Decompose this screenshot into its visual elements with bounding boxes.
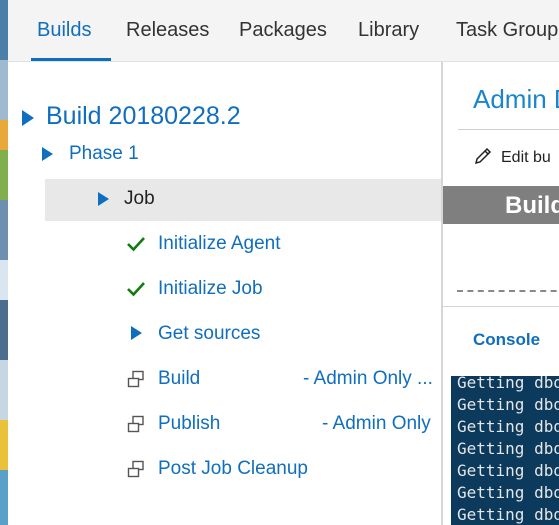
pencil-icon: [474, 147, 492, 165]
dependency-icon: [127, 415, 144, 433]
edit-build-link[interactable]: Edit bu: [473, 146, 551, 167]
build-banner: Build: [443, 186, 559, 224]
build-title[interactable]: Build 20180228.2: [46, 102, 241, 131]
console-output[interactable]: Getting dbd Getting dbd Getting dbd Gett…: [451, 376, 559, 525]
tab-console[interactable]: Console: [473, 330, 540, 350]
triangle-right-icon[interactable]: [131, 326, 142, 340]
dependency-icon: [127, 460, 144, 478]
step-publish-condition: - Admin Only: [322, 413, 431, 434]
tab-library[interactable]: Library: [358, 19, 419, 42]
active-tab-indicator: [31, 58, 111, 61]
details-pane: Admin D Edit bu Build Console Getting db…: [443, 62, 559, 525]
step-initialize-job[interactable]: Initialize Job: [158, 278, 263, 300]
dashed-separator: [457, 290, 559, 292]
tab-packages[interactable]: Packages: [239, 19, 327, 42]
desktop-background-strip: [0, 0, 8, 525]
tab-task-groups[interactable]: Task Group: [456, 19, 558, 42]
check-icon: [127, 237, 145, 252]
top-navigation: Builds Releases Packages Library Task Gr…: [8, 0, 559, 62]
console-line: Getting dbd: [457, 395, 559, 414]
expand-build-icon[interactable]: [22, 110, 34, 126]
step-build-condition: - Admin Only ...: [303, 368, 433, 389]
expand-job-icon[interactable]: [98, 192, 109, 206]
console-line: Getting dbd: [457, 505, 559, 524]
expand-phase-icon[interactable]: [42, 147, 53, 161]
console-line: Getting dbd: [457, 417, 559, 436]
tab-builds[interactable]: Builds: [37, 19, 91, 42]
details-title: Admin D: [473, 84, 559, 114]
edit-build-label: Edit bu: [501, 149, 551, 166]
console-line: Getting dbd: [457, 376, 559, 392]
step-initialize-agent[interactable]: Initialize Agent: [158, 233, 281, 255]
phase-label[interactable]: Phase 1: [69, 143, 139, 165]
job-label[interactable]: Job: [124, 188, 155, 210]
divider: [443, 306, 559, 307]
check-icon: [127, 282, 145, 297]
tab-releases[interactable]: Releases: [126, 19, 209, 42]
step-get-sources[interactable]: Get sources: [158, 323, 260, 345]
step-post-job-cleanup[interactable]: Post Job Cleanup: [158, 458, 308, 480]
step-publish[interactable]: Publish: [158, 413, 220, 435]
step-build[interactable]: Build: [158, 368, 200, 390]
console-line: Getting dbd: [457, 483, 559, 502]
build-banner-label: Build: [505, 192, 559, 219]
console-line: Getting dbd: [457, 439, 559, 458]
dependency-icon: [127, 370, 144, 388]
console-line: Getting dbd: [457, 461, 559, 480]
divider: [458, 129, 559, 130]
